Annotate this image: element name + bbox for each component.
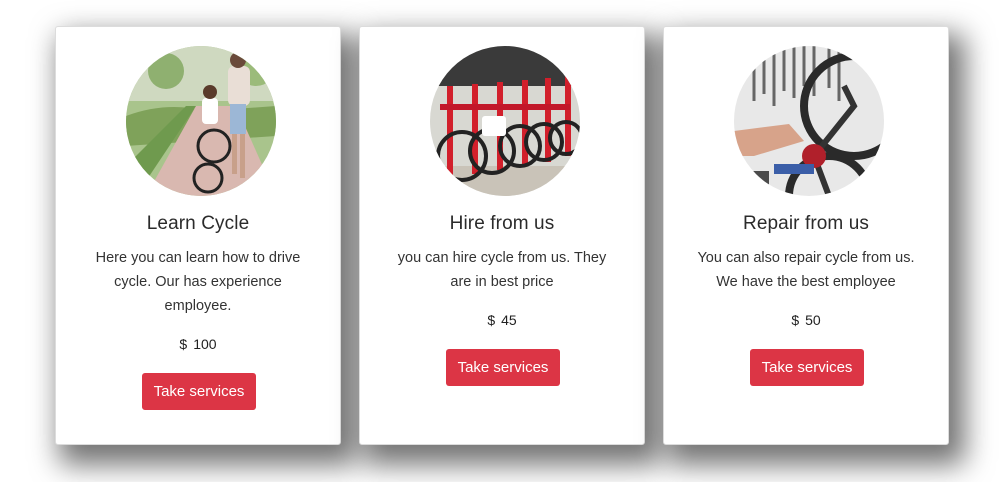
service-price: $50 <box>664 312 948 328</box>
service-price: $100 <box>56 336 340 352</box>
take-services-button[interactable]: Take services <box>750 349 864 386</box>
services-section: Learn Cycle Here you can learn how to dr… <box>0 0 1008 482</box>
take-services-button[interactable]: Take services <box>142 373 256 410</box>
price-value: 50 <box>805 312 821 328</box>
price-value: 45 <box>501 312 517 328</box>
price-value: 100 <box>193 336 217 352</box>
service-description: you can hire cycle from us. They are in … <box>397 250 607 290</box>
learn-cycle-photo <box>126 46 276 196</box>
rental-bikes-icon <box>430 46 580 196</box>
service-price: $45 <box>360 312 644 328</box>
bike-repair-icon <box>734 46 884 196</box>
take-services-button[interactable]: Take services <box>446 349 560 386</box>
repair-photo <box>734 46 884 196</box>
currency-symbol: $ <box>179 336 188 352</box>
service-title: Hire from us <box>449 213 555 234</box>
service-card-learn-cycle: Learn Cycle Here you can learn how to dr… <box>55 26 341 445</box>
currency-symbol: $ <box>791 312 800 328</box>
service-description: Here you can learn how to drive cycle. O… <box>95 250 301 314</box>
service-card-repair: Repair from us You can also repair cycle… <box>663 26 949 445</box>
service-title: Learn Cycle <box>146 213 250 234</box>
service-title: Repair from us <box>743 213 869 234</box>
father-child-cycling-icon <box>126 46 276 196</box>
hire-photo <box>430 46 580 196</box>
service-description: You can also repair cycle from us. We ha… <box>697 250 915 290</box>
currency-symbol: $ <box>487 312 496 328</box>
service-card-hire: Hire from us you can hire cycle from us.… <box>359 26 645 445</box>
